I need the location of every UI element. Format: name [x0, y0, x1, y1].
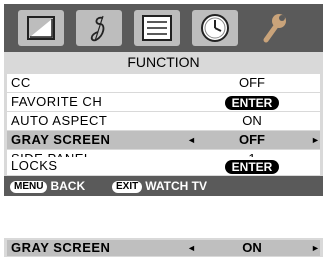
menu-row-favorite-ch[interactable]: FAVORITE CH ENTER [7, 93, 320, 111]
setup-tab[interactable] [134, 10, 180, 46]
row-label: LOCKS [11, 158, 58, 173]
function-tab[interactable] [250, 10, 296, 46]
gray-screen-selector[interactable]: GRAY SCREEN ◄ ON ► [7, 240, 320, 256]
audio-tab[interactable] [76, 10, 122, 46]
menu-footer: MENU BACK EXIT WATCH TV [4, 176, 323, 196]
banner-label: GRAY SCREEN [11, 240, 111, 255]
picture-tab[interactable] [18, 10, 64, 46]
menu-row-auto-aspect[interactable]: AUTO ASPECT ON [7, 112, 320, 130]
row-label: AUTO ASPECT [11, 113, 108, 128]
row-value: ENTER [192, 157, 312, 175]
banner-value: ON [242, 240, 262, 255]
setup-icon [142, 15, 172, 41]
clock-icon [201, 14, 229, 42]
row-label: GRAY SCREEN [11, 132, 111, 147]
menu-row-gray-screen[interactable]: GRAY SCREEN ◄ OFF ► [7, 131, 320, 149]
menu-title: FUNCTION [4, 52, 323, 72]
enter-button[interactable]: ENTER [224, 159, 280, 174]
row-value: ON [242, 113, 262, 128]
menu-icon-bar [4, 4, 323, 52]
menu-row-cc[interactable]: CC OFF [7, 74, 320, 92]
back-label: BACK [50, 179, 86, 193]
watch-tv-button[interactable]: EXIT WATCH TV [112, 179, 207, 193]
row-label: CC [11, 75, 31, 90]
audio-note-icon [90, 15, 105, 42]
right-arrow-icon[interactable]: ► [311, 131, 320, 149]
picture-icon [27, 16, 55, 40]
enter-button[interactable]: ENTER [224, 95, 280, 110]
back-button[interactable]: MENU BACK [10, 179, 85, 193]
timer-tab[interactable] [192, 10, 238, 46]
menu-row-locks[interactable]: LOCKS ENTER [7, 157, 320, 175]
row-value: OFF [239, 75, 265, 90]
watch-tv-label: WATCH TV [145, 179, 208, 193]
menu-key-icon: MENU [10, 180, 48, 193]
exit-key-icon: EXIT [112, 180, 143, 193]
row-value: ENTER [192, 93, 312, 111]
gray-screen-banner: GRAY SCREEN ◄ ON ► [4, 238, 323, 257]
row-label: FAVORITE CH [11, 94, 103, 109]
wrench-icon [263, 14, 286, 43]
row-value: OFF [239, 132, 265, 147]
right-arrow-icon[interactable]: ► [311, 240, 320, 256]
